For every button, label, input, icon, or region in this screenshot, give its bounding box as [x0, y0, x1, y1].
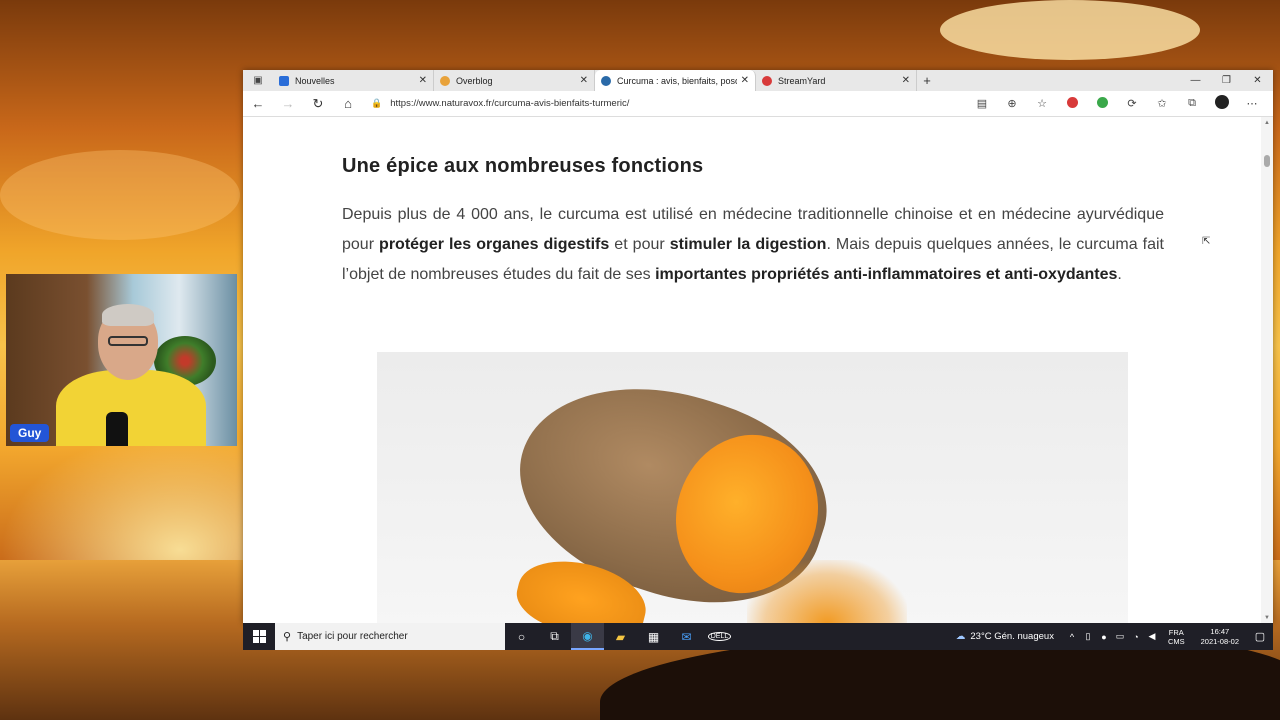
- microphone-icon[interactable]: ●: [1096, 632, 1112, 642]
- system-tray: ☁ 23°C Gén. nuageux ^ ▯ ● ▭ ◔ ◀ FRA CMS …: [956, 623, 1273, 650]
- windows-logo-icon: [252, 630, 266, 643]
- tab-streamyard[interactable]: StreamYard ✕: [756, 70, 917, 91]
- taskbar-search[interactable]: ⚲ Taper ici pour rechercher: [275, 623, 505, 650]
- text: .: [1117, 266, 1122, 283]
- tab-favicon: [762, 75, 772, 86]
- network-icon[interactable]: ◔: [1128, 632, 1144, 642]
- close-tab-icon[interactable]: ✕: [419, 75, 427, 86]
- cloud-icon: ☁: [955, 631, 966, 642]
- bold-text: importantes propriétés anti-inflammatoir…: [655, 266, 1118, 283]
- close-window-icon[interactable]: ✕: [1242, 70, 1273, 91]
- favorite-star-icon[interactable]: ☆: [1027, 97, 1057, 110]
- close-tab-icon[interactable]: ✕: [902, 75, 910, 86]
- cortana-icon[interactable]: ○: [505, 623, 538, 650]
- close-tab-icon[interactable]: ✕: [580, 75, 588, 86]
- clock-time: 16:47: [1210, 626, 1230, 636]
- back-arrow-icon[interactable]: ←: [243, 96, 273, 111]
- weather-widget[interactable]: ☁ 23°C Gén. nuageux: [956, 631, 1064, 642]
- weather-text: 23°C Gén. nuageux: [970, 631, 1054, 642]
- microphone: [106, 412, 128, 446]
- person-body: [56, 370, 206, 446]
- tab-label: StreamYard: [778, 75, 826, 86]
- tab-actions-icon[interactable]: ▣: [243, 70, 273, 91]
- tab-label: Nouvelles: [295, 75, 335, 86]
- url-field[interactable]: 🔒 https://www.naturavox.fr/curcuma-avis-…: [363, 98, 967, 109]
- restore-icon[interactable]: ❐: [1211, 70, 1242, 91]
- webcam-feed: Guy: [6, 274, 237, 446]
- dell-icon[interactable]: DELL: [703, 623, 736, 650]
- minimize-icon[interactable]: —: [1180, 70, 1211, 91]
- file-explorer-icon[interactable]: ▰: [604, 623, 637, 650]
- start-button[interactable]: [243, 630, 275, 643]
- window-controls: — ❐ ✕: [1180, 70, 1273, 91]
- tab-nouvelles[interactable]: Nouvelles ✕: [273, 70, 434, 91]
- mouse-cursor-icon: ⇱: [1202, 236, 1211, 247]
- section-heading: Une épice aux nombreuses fonctions: [342, 155, 704, 177]
- scroll-up-icon[interactable]: ▲: [1264, 120, 1270, 126]
- search-placeholder: Taper ici pour rechercher: [297, 631, 408, 642]
- search-icon: ⚲: [283, 631, 292, 643]
- toolbar-icons: ▤ ⊕ ☆ ⟳ ✩ ⧉ ⋯: [967, 95, 1273, 112]
- tab-favicon: [440, 75, 450, 86]
- reader-view-icon[interactable]: ▤: [967, 97, 997, 110]
- tray-chevron-icon[interactable]: ^: [1064, 632, 1080, 642]
- turmeric-photo: [377, 352, 1128, 623]
- refresh-icon[interactable]: ↻: [303, 96, 333, 112]
- cut-off-text: [342, 117, 1164, 119]
- collections-icon[interactable]: ⧉: [1177, 97, 1207, 110]
- glasses: [108, 336, 148, 346]
- profile-avatar-icon[interactable]: [1207, 95, 1237, 112]
- extension-green-icon[interactable]: [1087, 96, 1117, 111]
- article: Une épice aux nombreuses fonctions Depui…: [342, 117, 1164, 290]
- turmeric-powder: [747, 560, 907, 623]
- webcam-name-tag: Guy: [10, 424, 50, 442]
- tab-favicon: [601, 75, 611, 86]
- mail-icon[interactable]: ✉: [670, 623, 703, 650]
- keyboard-layout: CMS: [1167, 636, 1185, 646]
- scroll-down-icon[interactable]: ▼: [1264, 615, 1270, 621]
- tab-bar: ▣ Nouvelles ✕ Overblog ✕ Curcuma : avis,…: [243, 70, 1273, 91]
- language-code: FRA: [1168, 627, 1184, 637]
- tab-curcuma[interactable]: Curcuma : avis, bienfaits, posolo ✕: [595, 70, 756, 91]
- address-bar: ← → ↻ ⌂ 🔒 https://www.naturavox.fr/curcu…: [243, 91, 1273, 117]
- cloud: [0, 150, 240, 240]
- scrollbar[interactable]: ▲ ▼: [1261, 117, 1273, 623]
- page-content: Une épice aux nombreuses fonctions Depui…: [243, 117, 1261, 623]
- close-tab-icon[interactable]: ✕: [741, 75, 749, 86]
- favorites-icon[interactable]: ✩: [1147, 97, 1177, 110]
- tab-overblog[interactable]: Overblog ✕: [434, 70, 595, 91]
- home-icon[interactable]: ⌂: [333, 96, 363, 111]
- cloud: [940, 0, 1200, 60]
- edge-app-icon[interactable]: ◉: [571, 623, 604, 650]
- tab-favicon: [279, 75, 289, 86]
- clock[interactable]: 16:47 2021-08-02: [1193, 627, 1247, 647]
- sync-icon[interactable]: ⟳: [1117, 97, 1147, 110]
- forward-arrow-icon[interactable]: →: [273, 96, 303, 111]
- bold-text: protéger les organes digestifs: [379, 236, 610, 253]
- language-indicator[interactable]: FRA CMS: [1160, 628, 1193, 646]
- clock-date: 2021-08-02: [1200, 636, 1239, 646]
- zoom-icon[interactable]: ⊕: [997, 97, 1027, 110]
- task-view-icon[interactable]: ⧉: [538, 623, 571, 650]
- url-text: https://www.naturavox.fr/curcuma-avis-bi…: [390, 98, 630, 109]
- tab-label: Curcuma : avis, bienfaits, posolo: [617, 75, 737, 86]
- taskbar: ⚲ Taper ici pour rechercher ○ ⧉ ◉ ▰ ▦ ✉ …: [243, 623, 1273, 650]
- text: et pour: [609, 236, 670, 253]
- notification-icon[interactable]: ▢: [1247, 630, 1273, 643]
- browser-window: ▣ Nouvelles ✕ Overblog ✕ Curcuma : avis,…: [243, 70, 1273, 623]
- volume-icon[interactable]: ◀: [1144, 631, 1160, 642]
- more-menu-icon[interactable]: ⋯: [1237, 97, 1267, 110]
- tray-app-icon[interactable]: ▯: [1080, 631, 1096, 642]
- extension-red-icon[interactable]: [1057, 96, 1087, 111]
- bold-text: stimuler la digestion: [669, 236, 827, 253]
- battery-icon[interactable]: ▭: [1112, 631, 1128, 642]
- lock-icon: 🔒: [371, 98, 383, 108]
- article-paragraph: Depuis plus de 4 000 ans, le curcuma est…: [342, 200, 1164, 290]
- store-icon[interactable]: ▦: [637, 623, 670, 650]
- new-tab-icon[interactable]: +: [917, 70, 937, 91]
- tab-label: Overblog: [456, 75, 493, 86]
- scrollbar-thumb[interactable]: [1264, 155, 1270, 167]
- person-hair: [102, 304, 154, 326]
